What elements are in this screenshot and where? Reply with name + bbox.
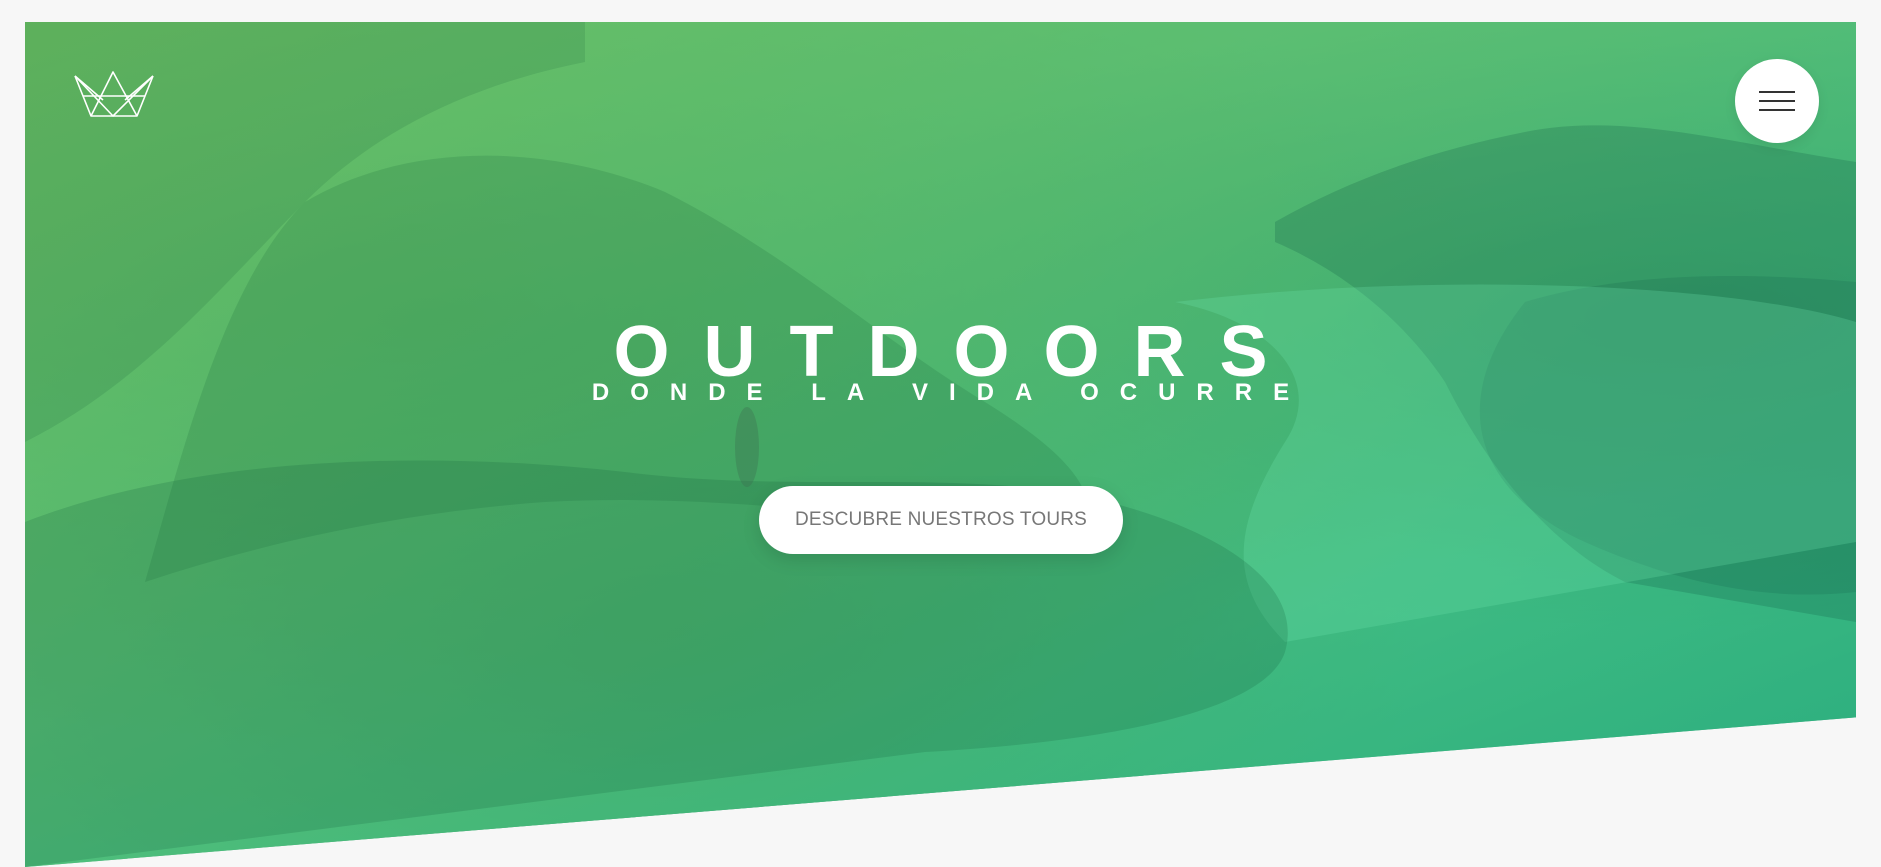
hamburger-menu-icon-line (1759, 100, 1795, 102)
hamburger-menu-icon-line (1759, 109, 1795, 111)
discover-tours-button[interactable]: DESCUBRE NUESTROS TOURS (759, 486, 1123, 554)
menu-button[interactable] (1735, 59, 1819, 143)
hero-header (25, 22, 1856, 867)
hero-subtitle: DONDE LA VIDA OCURRE (591, 379, 1311, 406)
hero-title: OUTDOORS (613, 312, 1302, 393)
hero-background-image (25, 22, 1856, 867)
hamburger-menu-icon (1759, 91, 1795, 93)
crown-logo-icon[interactable] (73, 70, 155, 118)
page: OUTDOORS DONDE LA VIDA OCURRE DESCUBRE N… (0, 0, 1881, 867)
